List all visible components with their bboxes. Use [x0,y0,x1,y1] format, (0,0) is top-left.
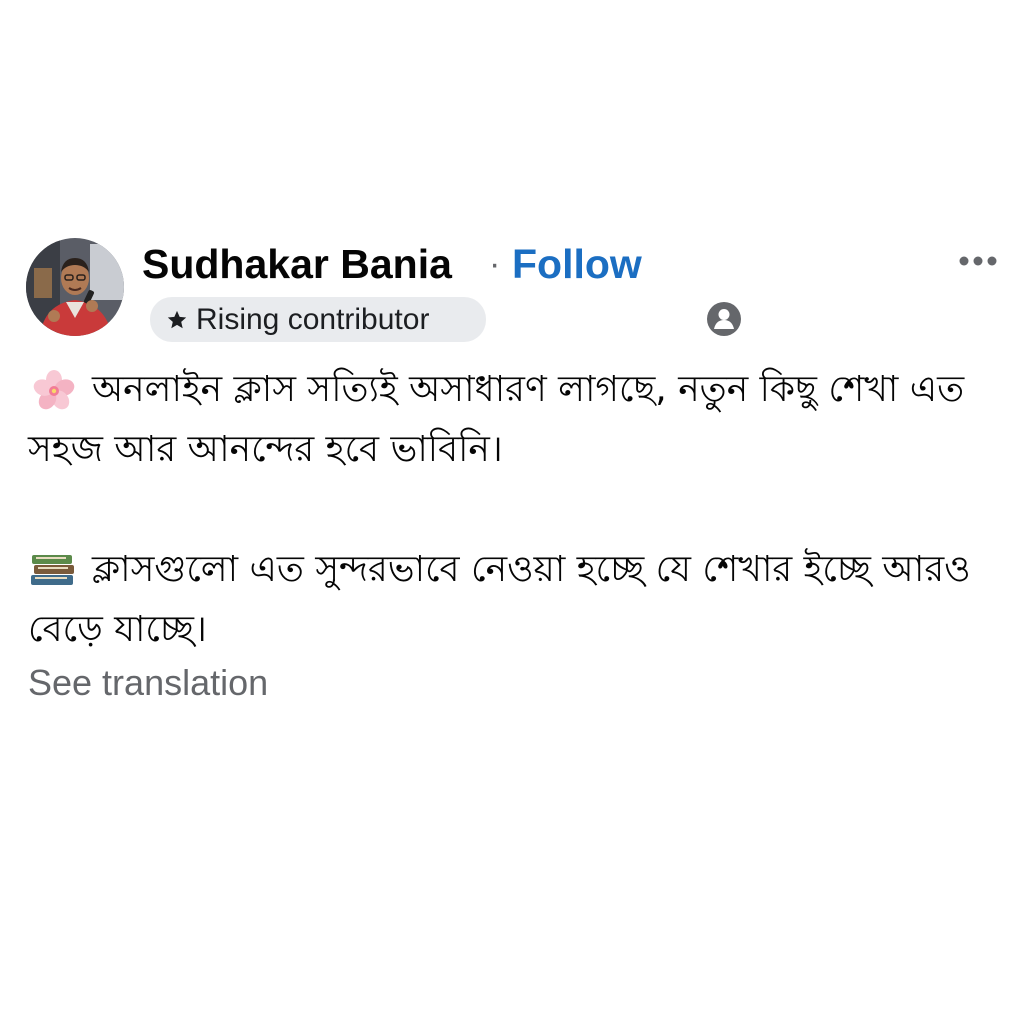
badge-label: Rising contributor [196,302,430,336]
post-paragraph-1: অনলাইন ক্লাস সত্যিই অসাধারণ লাগছে, নতুন … [28,360,998,480]
author-avatar[interactable] [26,238,124,336]
post-paragraph-2: ক্লাসগুলো এত সুন্দরভাবে নেওয়া হচ্ছে যে … [28,540,998,660]
friends-audience-icon[interactable] [705,300,743,338]
rising-contributor-badge[interactable]: Rising contributor [150,297,486,342]
more-options-icon [959,256,997,266]
avatar-photo [26,238,124,336]
more-options-button[interactable] [952,244,1004,278]
follow-button[interactable]: Follow [512,236,642,292]
books-emoji [28,549,80,589]
post-card: Sudhakar Bania · Follow Rising contribut… [0,0,1024,1024]
star-icon [164,307,190,333]
post-paragraph-1-text: অনলাইন ক্লাস সত্যিই অসাধারণ লাগছে, নতুন … [28,369,965,470]
name-follow-separator: · [489,245,501,283]
see-translation-link[interactable]: See translation [28,658,268,708]
author-name[interactable]: Sudhakar Bania [142,236,452,292]
cherry-blossom-emoji [28,369,80,410]
post-paragraph-2-text: ক্লাসগুলো এত সুন্দরভাবে নেওয়া হচ্ছে যে … [28,549,971,650]
